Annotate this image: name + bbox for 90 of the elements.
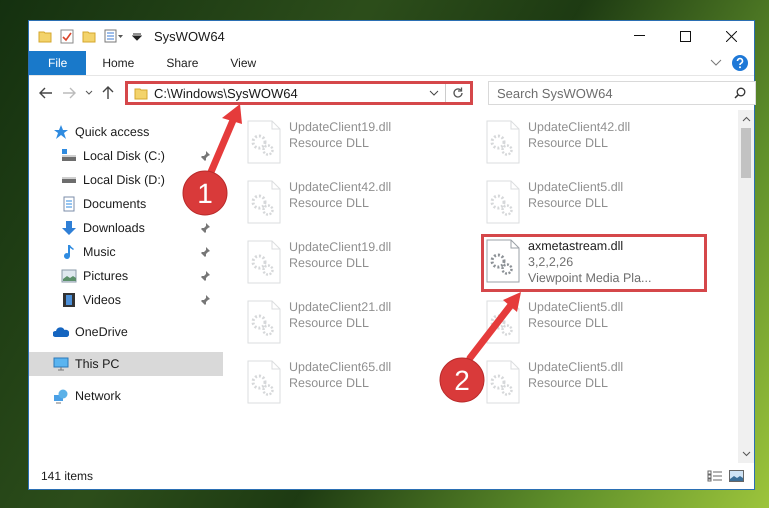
file-detail: Resource DLL — [289, 376, 370, 390]
video-icon — [61, 292, 77, 308]
address-bar[interactable]: C:\Windows\SysWOW64 — [125, 81, 473, 105]
file-name: UpdateClient65.dll — [289, 360, 392, 374]
file-detail: Resource DLL — [289, 256, 370, 270]
ribbon-tab[interactable]: Share — [150, 51, 214, 75]
gear-file-icon — [247, 360, 281, 404]
gear-file-icon — [247, 180, 281, 224]
drive-icon — [61, 176, 77, 184]
thumbnail-view-icon[interactable] — [729, 470, 744, 482]
item-count: 141 items — [41, 469, 94, 483]
file-name: axmetastream.dll — [528, 239, 624, 253]
step-badge: 2 — [440, 358, 484, 402]
file-name: UpdateClient19.dll — [289, 240, 392, 254]
back-arrow-icon[interactable] — [39, 87, 53, 99]
pc-icon — [53, 356, 69, 372]
file-detail: Resource DLL — [289, 196, 370, 210]
window-title: SysWOW64 — [154, 28, 225, 44]
gear-file-icon — [486, 239, 520, 283]
maximize-icon — [680, 30, 690, 42]
pin-icon[interactable] — [199, 246, 211, 258]
search-field[interactable]: Search SysWOW64 — [488, 81, 756, 105]
file-detail: Resource DLL — [289, 316, 370, 330]
nav-item[interactable]: Music — [29, 240, 223, 264]
up-arrow-icon[interactable] — [102, 86, 114, 100]
minimize-icon — [634, 35, 644, 37]
chevron-up-icon[interactable] — [742, 116, 750, 122]
close-icon — [726, 30, 736, 42]
ribbon-tab[interactable]: View — [214, 51, 272, 75]
file-detail: Resource DLL — [528, 376, 609, 390]
nav-item[interactable]: Downloads — [29, 216, 223, 240]
nav-item[interactable]: This PC — [29, 352, 223, 376]
file-detail: Resource DLL — [528, 196, 609, 210]
file-name: UpdateClient5.dll — [528, 360, 624, 374]
file-name: UpdateClient42.dll — [528, 120, 630, 134]
annotation-arrow — [466, 292, 521, 362]
file-name: UpdateClient5.dll — [528, 300, 624, 314]
network-icon — [53, 388, 69, 404]
file-detail: Resource DLL — [528, 136, 609, 150]
scrollbar[interactable] — [738, 110, 754, 463]
file-name: UpdateClient5.dll — [528, 180, 624, 194]
music-icon — [61, 244, 77, 260]
gear-file-icon — [486, 300, 520, 344]
help-icon[interactable] — [732, 55, 748, 71]
chevron-down-icon[interactable] — [429, 90, 439, 96]
pin-icon[interactable] — [199, 294, 211, 306]
file-item[interactable]: axmetastream.dll 3,2,2,26 Viewpoint Media Pla... — [481, 234, 707, 292]
nav-item[interactable]: OneDrive — [29, 320, 223, 344]
gear-file-icon — [486, 180, 520, 224]
chevron-down-icon[interactable] — [742, 451, 750, 457]
file-detail: Resource DLL — [528, 316, 609, 330]
nav-item[interactable]: Quick access — [29, 120, 223, 144]
file-name: UpdateClient19.dll — [289, 120, 392, 134]
nav-item[interactable]: Videos — [29, 288, 223, 312]
file-name: UpdateClient21.dll — [289, 300, 392, 314]
doc-icon — [61, 196, 77, 212]
drive-c-icon — [61, 148, 77, 164]
nav-item[interactable]: Network — [29, 384, 223, 408]
gear-file-icon — [247, 240, 281, 284]
scrollbar-thumb[interactable] — [741, 128, 751, 178]
chevron-down-icon[interactable] — [85, 90, 93, 96]
gear-file-icon — [247, 120, 281, 164]
file-detail: Viewpoint Media Pla... — [528, 271, 652, 285]
nav-item[interactable]: Documents — [29, 192, 150, 216]
annotation-arrow — [208, 104, 242, 176]
pin-icon[interactable] — [199, 222, 211, 234]
nav-item[interactable]: Pictures — [29, 264, 223, 288]
nav-item[interactable]: Local Disk (C:) — [29, 144, 223, 168]
checklist-icon[interactable] — [60, 28, 74, 44]
download-icon — [61, 220, 77, 236]
details-view-icon[interactable] — [707, 470, 723, 482]
star-icon — [53, 124, 69, 140]
pin-icon[interactable] — [199, 270, 211, 282]
properties-icon[interactable] — [104, 29, 124, 43]
gear-file-icon — [247, 300, 281, 344]
picture-icon — [61, 268, 77, 284]
ribbon-tab[interactable]: Home — [86, 51, 150, 75]
nav-item[interactable]: Local Disk (D:) — [29, 168, 169, 192]
chevron-down-icon[interactable] — [710, 59, 722, 67]
folder-icon — [134, 86, 148, 100]
ribbon-tab[interactable]: File — [29, 51, 86, 75]
refresh-icon[interactable] — [452, 87, 464, 99]
address-path: C:\Windows\SysWOW64 — [154, 86, 299, 100]
pin-icon[interactable] — [199, 150, 211, 162]
file-detail: 3,2,2,26 — [528, 255, 574, 269]
file-name: UpdateClient42.dll — [289, 180, 392, 194]
file-detail: Resource DLL — [289, 136, 370, 150]
gear-file-icon — [486, 120, 520, 164]
step-badge: 1 — [182, 170, 228, 216]
gear-file-icon — [486, 360, 520, 404]
